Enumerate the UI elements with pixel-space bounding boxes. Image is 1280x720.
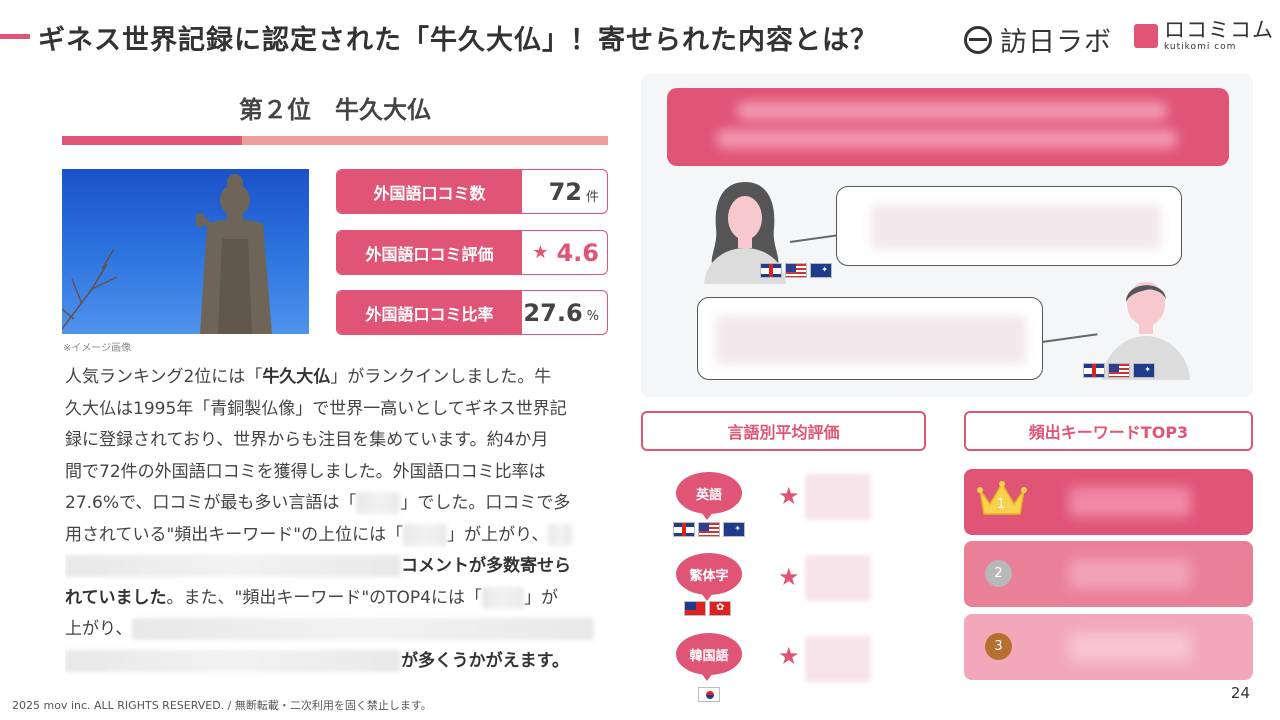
reviewer1-flags xyxy=(760,263,832,278)
lang-korean-bubble: 韓国語 xyxy=(676,633,742,681)
redacted-text xyxy=(356,492,401,514)
houjin-labo-logo: 訪日ラボ xyxy=(964,20,1112,59)
au-flag-icon xyxy=(810,263,832,278)
rank-number: 2 xyxy=(985,560,1012,587)
stat-label: 外国語口コミ評価 xyxy=(337,231,522,274)
lang-english-bubble: 英語 xyxy=(676,472,742,520)
copyright-footer: 2025 mov inc. ALL RIGHTS RESERVED. / 無断転… xyxy=(12,699,432,712)
redacted-keyword xyxy=(1069,487,1191,517)
redacted-text xyxy=(481,586,524,609)
houjin-logo-icon xyxy=(964,25,992,54)
lang-traditional-chinese-bubble: 繁体字 xyxy=(676,553,742,601)
us-flag-icon xyxy=(785,263,807,278)
redacted-rating xyxy=(805,474,871,520)
us-flag-icon xyxy=(1108,363,1130,378)
traditional-chinese-flags xyxy=(684,601,731,616)
star-icon: ★ xyxy=(532,242,549,263)
stat-label: 外国語口コミ比率 xyxy=(337,291,522,334)
kr-flag-icon xyxy=(698,687,720,702)
stat-value: 27.6 xyxy=(523,298,583,327)
lang-avg-heading: 言語別平均評価 xyxy=(641,411,926,451)
stat-unit: % xyxy=(586,309,599,324)
tw-flag-icon xyxy=(684,601,706,616)
reviewer2-flags xyxy=(1083,363,1155,378)
au-flag-icon xyxy=(1133,363,1155,378)
stat-value: 72 xyxy=(548,177,582,206)
description-text: 人気ランキング2位には「牛久大仏」がランクインしました。牛 久大仏は1995年「… xyxy=(65,362,610,677)
stat-value: 4.6 xyxy=(556,238,599,267)
uk-flag-icon xyxy=(760,263,782,278)
au-flag-icon xyxy=(723,522,745,537)
uk-flag-icon xyxy=(673,522,695,537)
kutikomi-logo-icon xyxy=(1134,24,1158,48)
great-buddha-photo xyxy=(62,169,309,334)
korean-flags xyxy=(698,687,720,702)
redacted-text xyxy=(403,523,448,546)
rank-divider-bar xyxy=(62,136,608,145)
redacted-rating xyxy=(805,555,871,601)
kutikomi-logo-text: ロコミコム xyxy=(1164,18,1274,42)
page-number: 24 xyxy=(1230,684,1250,702)
kutikomi-logo: ロコミコム kutikomi com xyxy=(1134,20,1274,52)
review-summary-banner xyxy=(667,88,1229,166)
rank-number: 1 xyxy=(997,497,1006,512)
redacted-keyword xyxy=(1069,632,1191,662)
rank-number: 3 xyxy=(985,633,1012,660)
stat-unit: 件 xyxy=(585,190,599,205)
keywords-heading: 頻出キーワードTOP3 xyxy=(964,411,1253,451)
star-icon: ★ xyxy=(778,563,800,591)
redacted-text xyxy=(65,649,401,672)
redacted-text xyxy=(548,523,573,546)
review-bubble-2 xyxy=(697,297,1043,380)
stat-review-rating: 外国語口コミ評価 ★ 4.6 xyxy=(336,230,608,275)
redacted-rating xyxy=(805,636,871,682)
star-icon: ★ xyxy=(778,482,800,510)
uk-flag-icon xyxy=(1083,363,1105,378)
review-bubble-1 xyxy=(836,186,1182,266)
keyword-rank-2: 2 xyxy=(964,541,1253,607)
stat-review-count: 外国語口コミ数 72 件 xyxy=(336,169,608,214)
hk-flag-icon xyxy=(709,601,731,616)
title-accent-bar xyxy=(0,34,30,39)
keyword-rank-3: 3 xyxy=(964,614,1253,680)
us-flag-icon xyxy=(698,522,720,537)
stat-label: 外国語口コミ数 xyxy=(337,170,522,213)
page-title: ギネス世界記録に認定された「牛久大仏」！寄せられた内容とは？ xyxy=(38,25,878,56)
rank-title: 第２位 牛久大仏 xyxy=(239,96,431,124)
redacted-keyword xyxy=(1069,559,1191,589)
houjin-logo-text: 訪日ラボ xyxy=(1000,27,1112,58)
image-caption: ※イメージ画像 xyxy=(63,343,132,354)
star-icon: ★ xyxy=(778,642,800,670)
redacted-text xyxy=(65,555,401,577)
keyword-rank-1: 1 xyxy=(964,469,1253,535)
english-flags xyxy=(673,522,745,537)
stat-review-ratio: 外国語口コミ比率 27.6 % xyxy=(336,290,608,335)
redacted-text xyxy=(132,618,595,640)
kutikomi-logo-subtext: kutikomi com xyxy=(1164,42,1237,52)
